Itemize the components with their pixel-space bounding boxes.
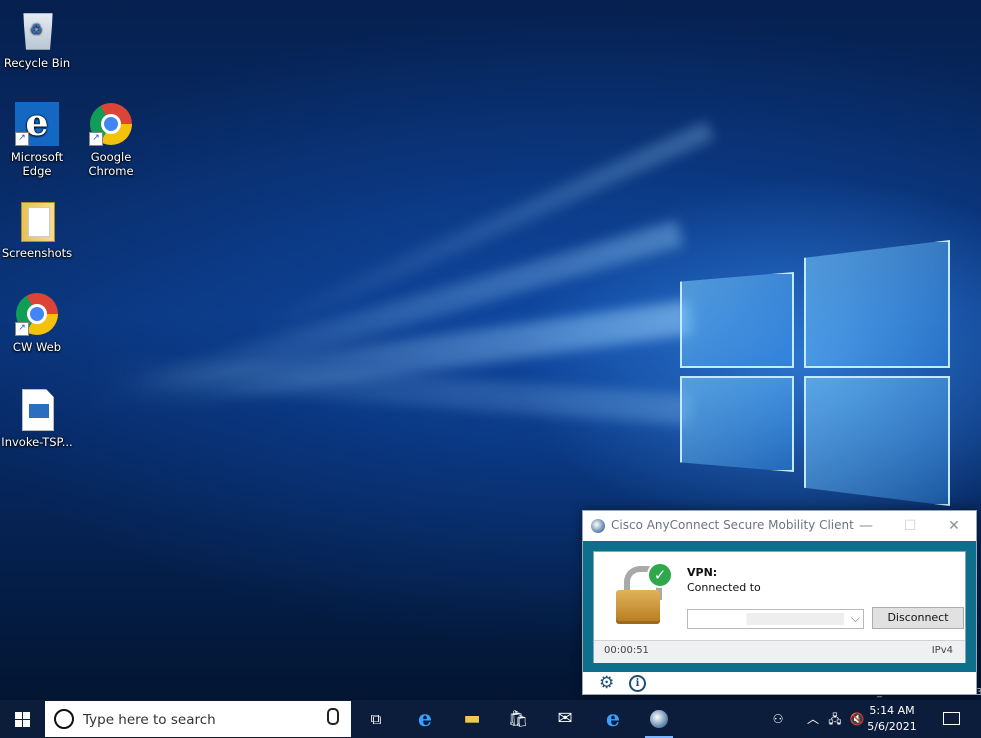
vpn-panel: ✓ VPN: Connected to ⌵ Disconnect 00:00:5…	[593, 551, 966, 663]
maximize-button[interactable]: ☐	[893, 515, 927, 537]
clock-date: 5/6/2021	[867, 720, 917, 733]
desktop-icon-google-chrome[interactable]: ↗ Google Chrome	[74, 102, 148, 178]
mail-icon[interactable]: ✉	[547, 704, 583, 734]
checkmark-icon: ✓	[647, 562, 673, 588]
network-icon[interactable]: 🖧	[826, 700, 844, 738]
volume-muted-icon[interactable]: 🔇	[848, 700, 866, 738]
recycle-bin-icon	[23, 13, 53, 50]
logo-pane	[680, 376, 794, 472]
file-explorer-icon[interactable]: ▬	[454, 704, 490, 734]
powershell-script-icon	[22, 389, 54, 431]
info-icon[interactable]: i	[629, 675, 646, 692]
desktop-icon-invoke-tsp[interactable]: Invoke-TSP...	[0, 387, 74, 449]
vpn-server-value	[694, 613, 844, 625]
gear-icon[interactable]: ⚙	[599, 673, 614, 693]
desktop-icon-label: CW Web	[12, 340, 62, 354]
people-icon[interactable]: ⚇	[768, 700, 788, 738]
taskbar-search-box[interactable]: Type here to search	[45, 701, 351, 737]
folder-icon	[21, 202, 55, 242]
cisco-anyconnect-window: Cisco AnyConnect Secure Mobility Client …	[582, 510, 977, 695]
taskbar: Type here to search ⧉ e ▬ 🛍 ✉ e ⚇ ︿ 🖧 🔇 …	[0, 700, 981, 738]
desktop-icon-label: Recycle Bin	[3, 56, 71, 70]
window-title: Cisco AnyConnect Secure Mobility Client	[611, 518, 854, 532]
desktop-icon-label: Invoke-TSP...	[1, 435, 73, 449]
taskbar-clock[interactable]: 5:14 AM 5/6/2021	[866, 703, 918, 735]
close-button[interactable]: ✕	[937, 515, 971, 537]
desktop-icon-cw-web[interactable]: ↗ CW Web	[0, 292, 74, 354]
desktop-icon-recycle-bin[interactable]: Recycle Bin	[0, 8, 74, 70]
disconnect-button[interactable]: Disconnect	[872, 607, 964, 629]
protocol-label: IPv4	[931, 645, 953, 656]
desktop-icon-label: Screenshots	[1, 246, 73, 260]
edge-taskbar-icon[interactable]: e	[407, 704, 443, 734]
microphone-icon[interactable]	[327, 708, 339, 725]
cisco-globe-icon	[591, 519, 605, 533]
clock-time: 5:14 AM	[869, 704, 915, 717]
connection-status: Connected to	[687, 581, 761, 594]
logo-pane	[680, 272, 794, 368]
logo-pane	[804, 376, 950, 506]
desktop-icon-microsoft-edge[interactable]: e ↗ Microsoft Edge	[0, 102, 74, 178]
vpn-label: VPN:	[687, 566, 718, 579]
start-button[interactable]	[0, 700, 44, 738]
status-footer: 00:00:51 IPv4	[594, 640, 965, 663]
shortcut-arrow-icon: ↗	[15, 322, 29, 336]
desktop-icon-label: Microsoft Edge	[10, 150, 64, 178]
vpn-server-select[interactable]: ⌵	[687, 609, 864, 629]
search-placeholder: Type here to search	[83, 712, 216, 728]
cortana-icon	[54, 709, 74, 729]
window-bottom-bar: ⚙ i	[583, 672, 976, 694]
action-center-icon[interactable]	[936, 700, 966, 738]
windows-logo	[676, 236, 952, 506]
shortcut-arrow-icon: ↗	[15, 132, 29, 146]
internet-explorer-icon[interactable]: e	[595, 704, 631, 734]
cisco-anyconnect-taskbar-icon[interactable]	[641, 704, 677, 738]
logo-pane	[804, 240, 950, 368]
desktop-icon-screenshots[interactable]: Screenshots	[0, 198, 74, 260]
chevron-down-icon: ⌵	[850, 611, 860, 625]
store-icon[interactable]: 🛍	[500, 704, 536, 734]
lock-icon: ✓	[614, 562, 674, 628]
desktop-icon-label: Google Chrome	[88, 150, 134, 178]
chevron-up-icon[interactable]: ︿	[805, 700, 821, 738]
minimize-button[interactable]: —	[849, 515, 883, 537]
connection-timer: 00:00:51	[604, 645, 649, 656]
task-view-icon[interactable]: ⧉	[358, 704, 394, 734]
content-area: ✓ VPN: Connected to ⌵ Disconnect 00:00:5…	[583, 541, 976, 672]
shortcut-arrow-icon: ↗	[89, 132, 103, 146]
window-titlebar[interactable]: Cisco AnyConnect Secure Mobility Client …	[583, 511, 976, 541]
